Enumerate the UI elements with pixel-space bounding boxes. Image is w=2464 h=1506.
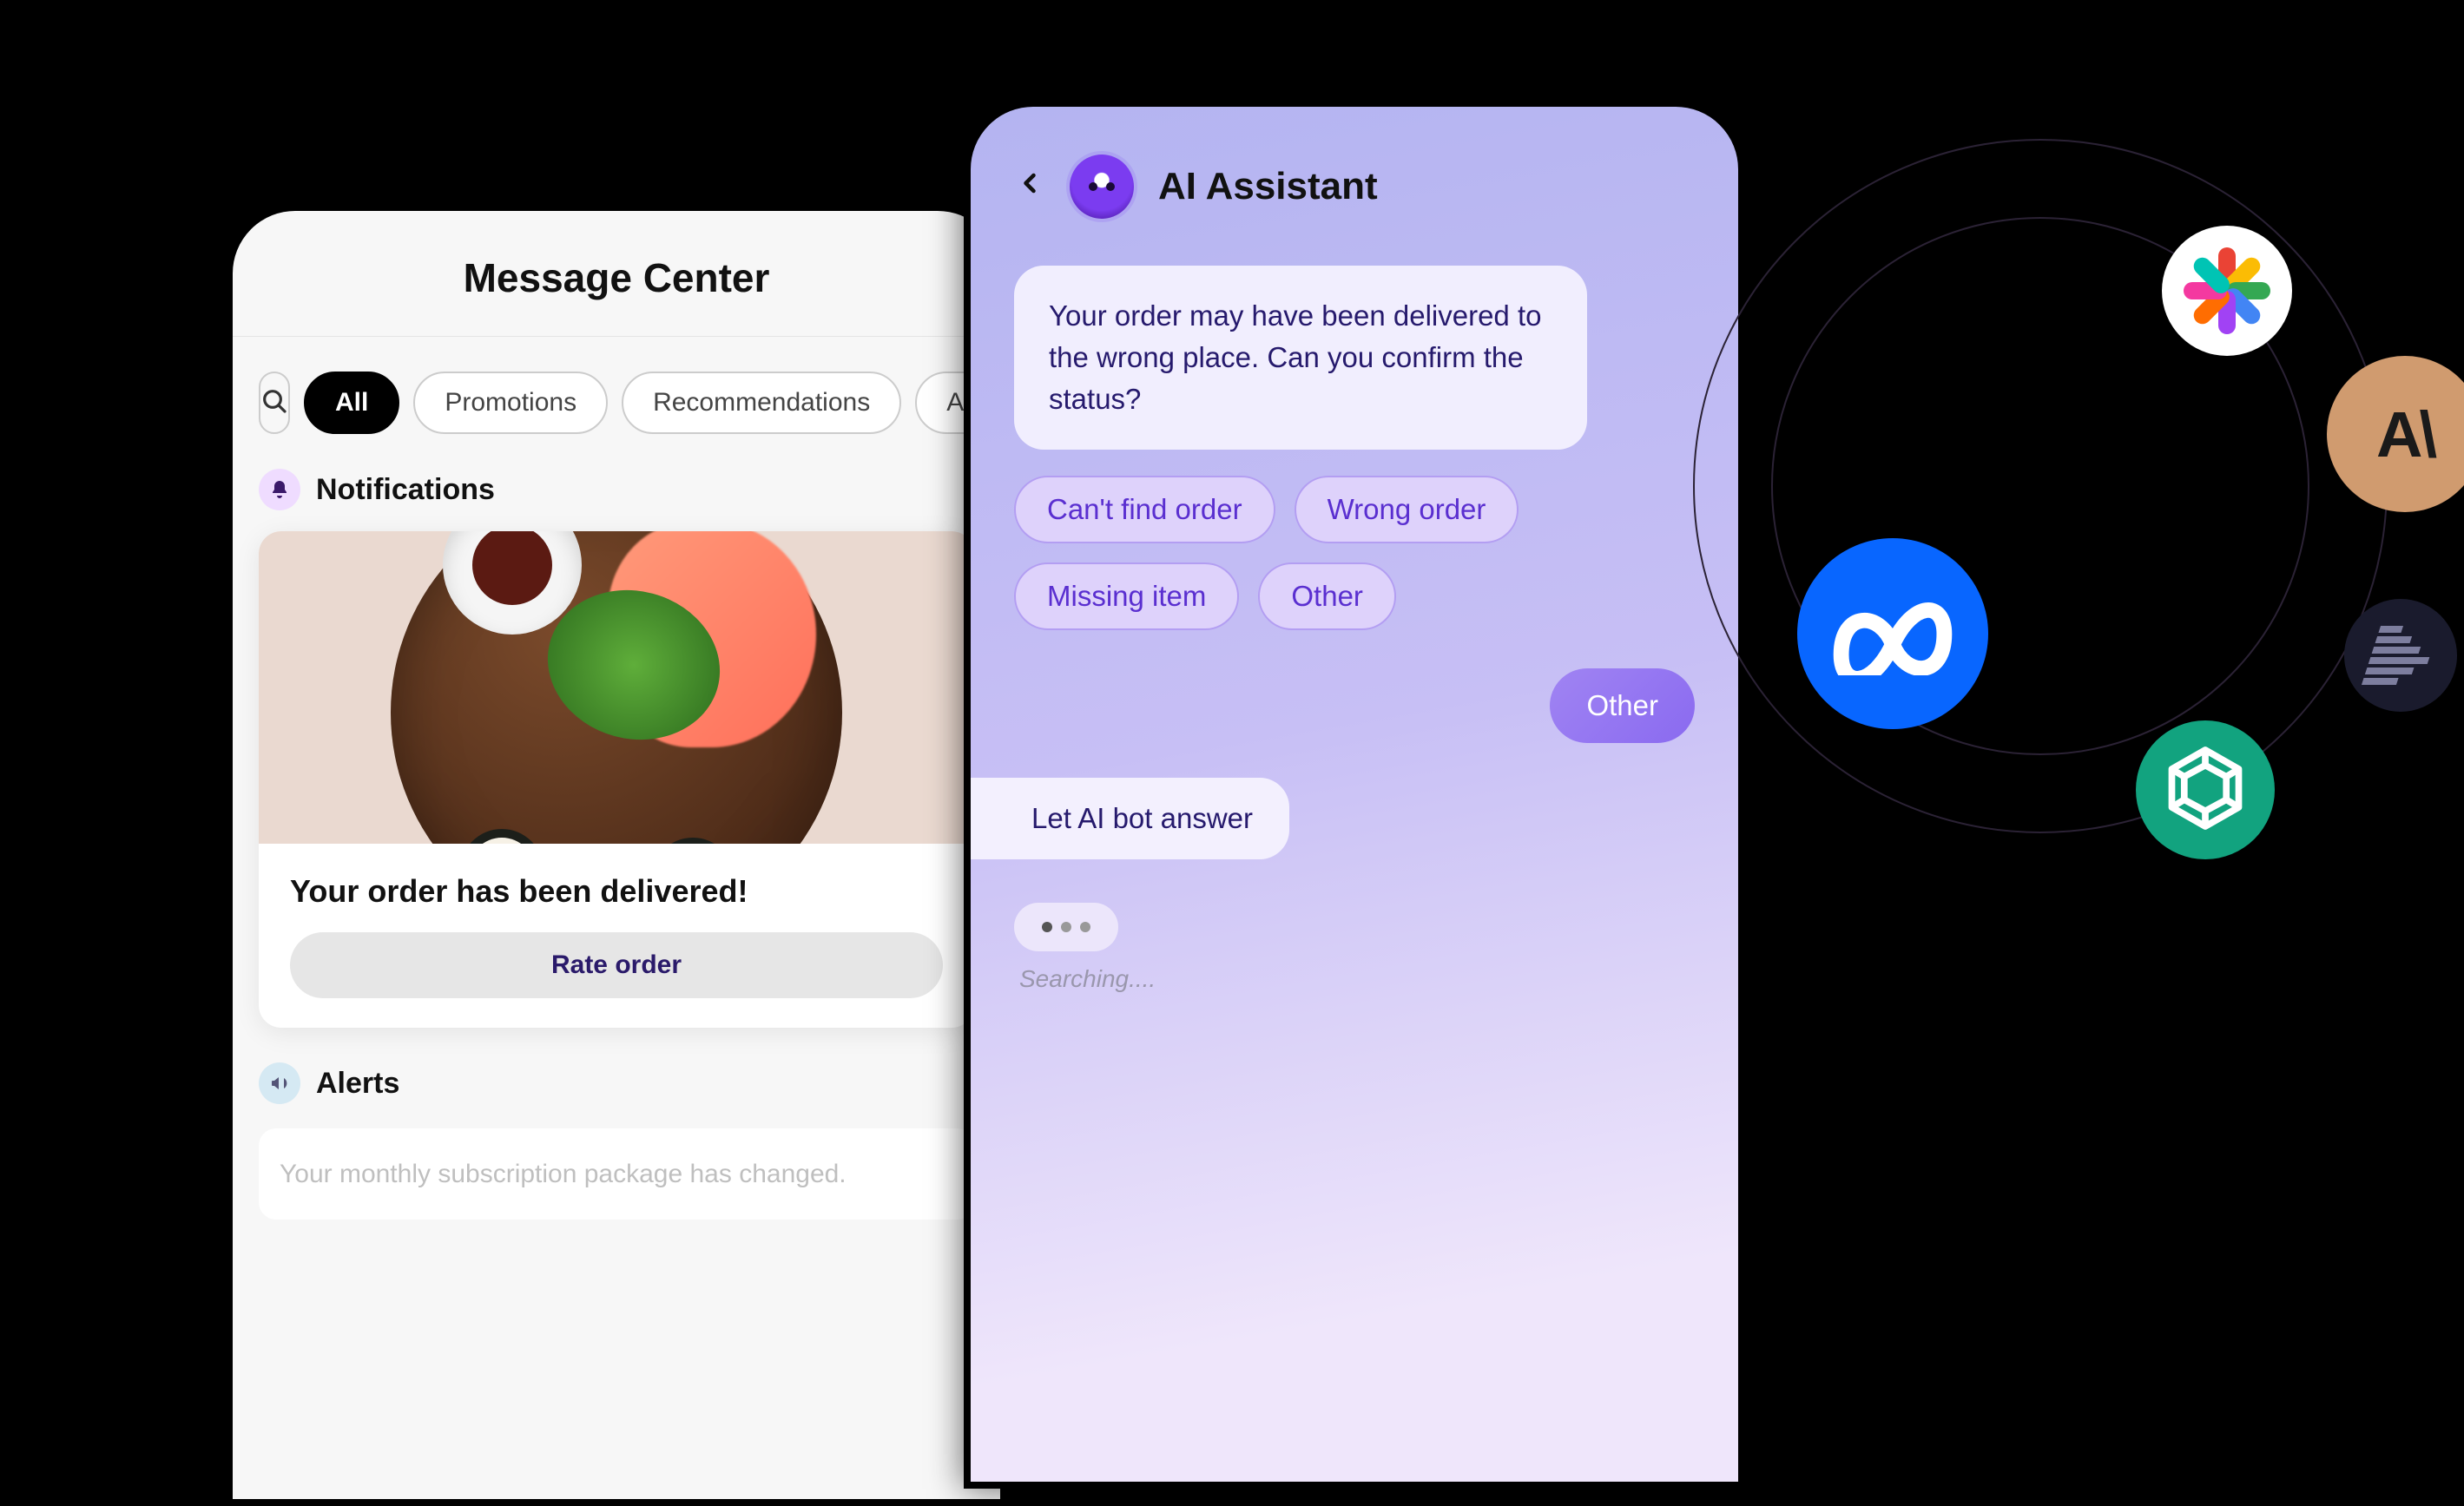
user-message: Other [1550, 668, 1695, 743]
anthropic-icon: A\ [2376, 398, 2434, 471]
filter-chip-promotions[interactable]: Promotions [413, 372, 608, 434]
openai-logo [2136, 720, 2275, 859]
rate-order-button[interactable]: Rate order [290, 932, 943, 998]
typing-indicator-icon [1014, 903, 1118, 951]
palm-icon [2188, 252, 2266, 330]
quick-reply-cant-find[interactable]: Can't find order [1014, 476, 1275, 543]
ai-header: AI Assistant [971, 107, 1738, 248]
filter-chip-all[interactable]: All [304, 372, 399, 434]
page-title: Message Center [233, 211, 1000, 337]
back-button[interactable] [1014, 165, 1045, 208]
alert-card[interactable]: Your monthly subscription package has ch… [259, 1128, 974, 1220]
search-button[interactable] [259, 372, 290, 434]
quick-replies: Can't find order Wrong order Missing ite… [1014, 476, 1695, 630]
message-center-phone: Message Center All Promotions Recommenda… [226, 204, 1007, 1506]
filter-row: All Promotions Recommendations A [233, 337, 1000, 460]
notifications-section: Notifications Your order has been delive… [233, 460, 1000, 1054]
quick-reply-wrong-order[interactable]: Wrong order [1295, 476, 1519, 543]
openai-icon [2158, 740, 2253, 840]
assistant-title: AI Assistant [1158, 165, 1378, 208]
notification-title: Your order has been delivered! [290, 873, 943, 910]
meta-icon [1828, 593, 1958, 675]
alerts-heading: Alerts [316, 1067, 399, 1101]
status-text: Searching.... [1014, 965, 1695, 993]
quick-reply-missing-item[interactable]: Missing item [1014, 562, 1239, 630]
system-suggestion[interactable]: Let AI bot answer [971, 778, 1289, 859]
notifications-heading: Notifications [316, 473, 495, 507]
order-image [259, 531, 974, 844]
mistral-logo [2344, 599, 2457, 712]
quick-reply-other[interactable]: Other [1258, 562, 1396, 630]
alerts-section: Alerts Your monthly subscription package… [233, 1054, 1000, 1246]
chevron-left-icon [1014, 168, 1045, 199]
integrations-orbit: A\ [1693, 139, 2388, 833]
filter-chip-recommendations[interactable]: Recommendations [622, 372, 901, 434]
notification-card[interactable]: Your order has been delivered! Rate orde… [259, 531, 974, 1028]
search-icon [260, 387, 288, 419]
assistant-message: Your order may have been delivered to th… [1014, 266, 1587, 450]
assistant-avatar-icon [1070, 155, 1134, 219]
bell-icon [259, 469, 300, 510]
google-palm-logo [2162, 226, 2292, 356]
megaphone-icon [259, 1062, 300, 1104]
ai-assistant-phone: AI Assistant Your order may have been de… [964, 100, 1745, 1489]
meta-logo [1797, 538, 1988, 729]
chat-body: Your order may have been delivered to th… [971, 248, 1738, 993]
mistral-icon [2362, 626, 2440, 685]
